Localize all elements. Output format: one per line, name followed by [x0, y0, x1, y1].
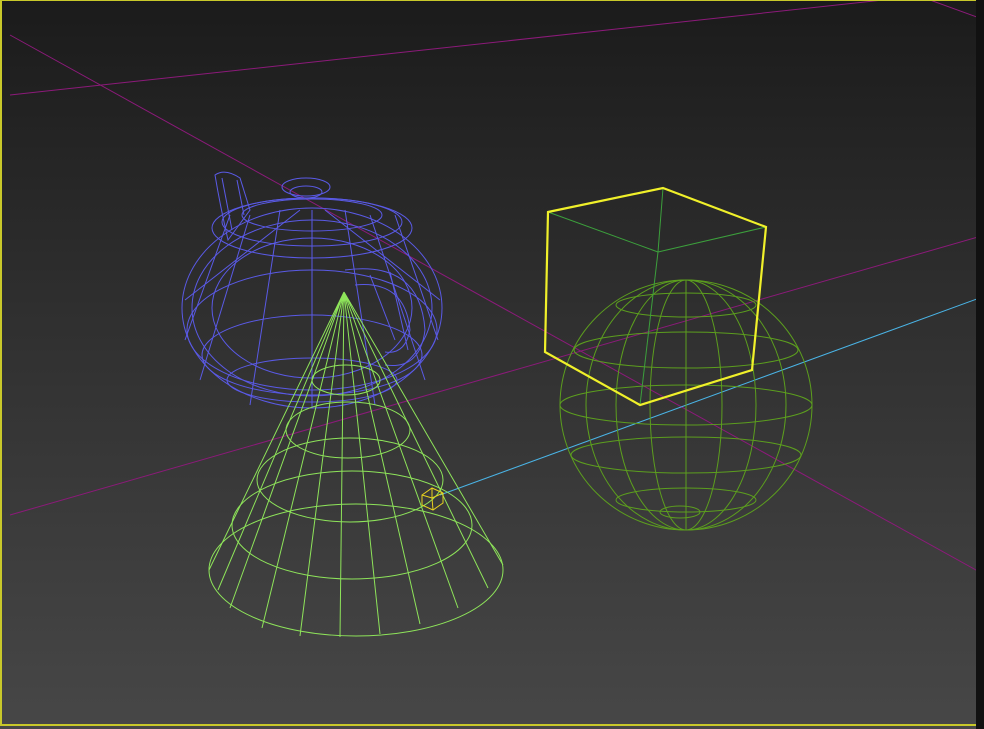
teapot-object[interactable] — [181, 171, 443, 409]
axis-line-x — [9, 0, 888, 96]
viewport-right-edge — [976, 0, 984, 729]
axis-line-z — [439, 295, 984, 496]
dummy-helper-object[interactable] — [421, 487, 444, 511]
viewport-scene[interactable] — [0, 0, 984, 729]
cone-object[interactable] — [208, 291, 504, 638]
axis-line-y-back — [9, 34, 984, 576]
axis-line-x-front — [9, 234, 984, 516]
perspective-viewport[interactable] — [0, 0, 984, 729]
sphere-object[interactable] — [559, 279, 813, 531]
world-axes — [9, 0, 984, 576]
